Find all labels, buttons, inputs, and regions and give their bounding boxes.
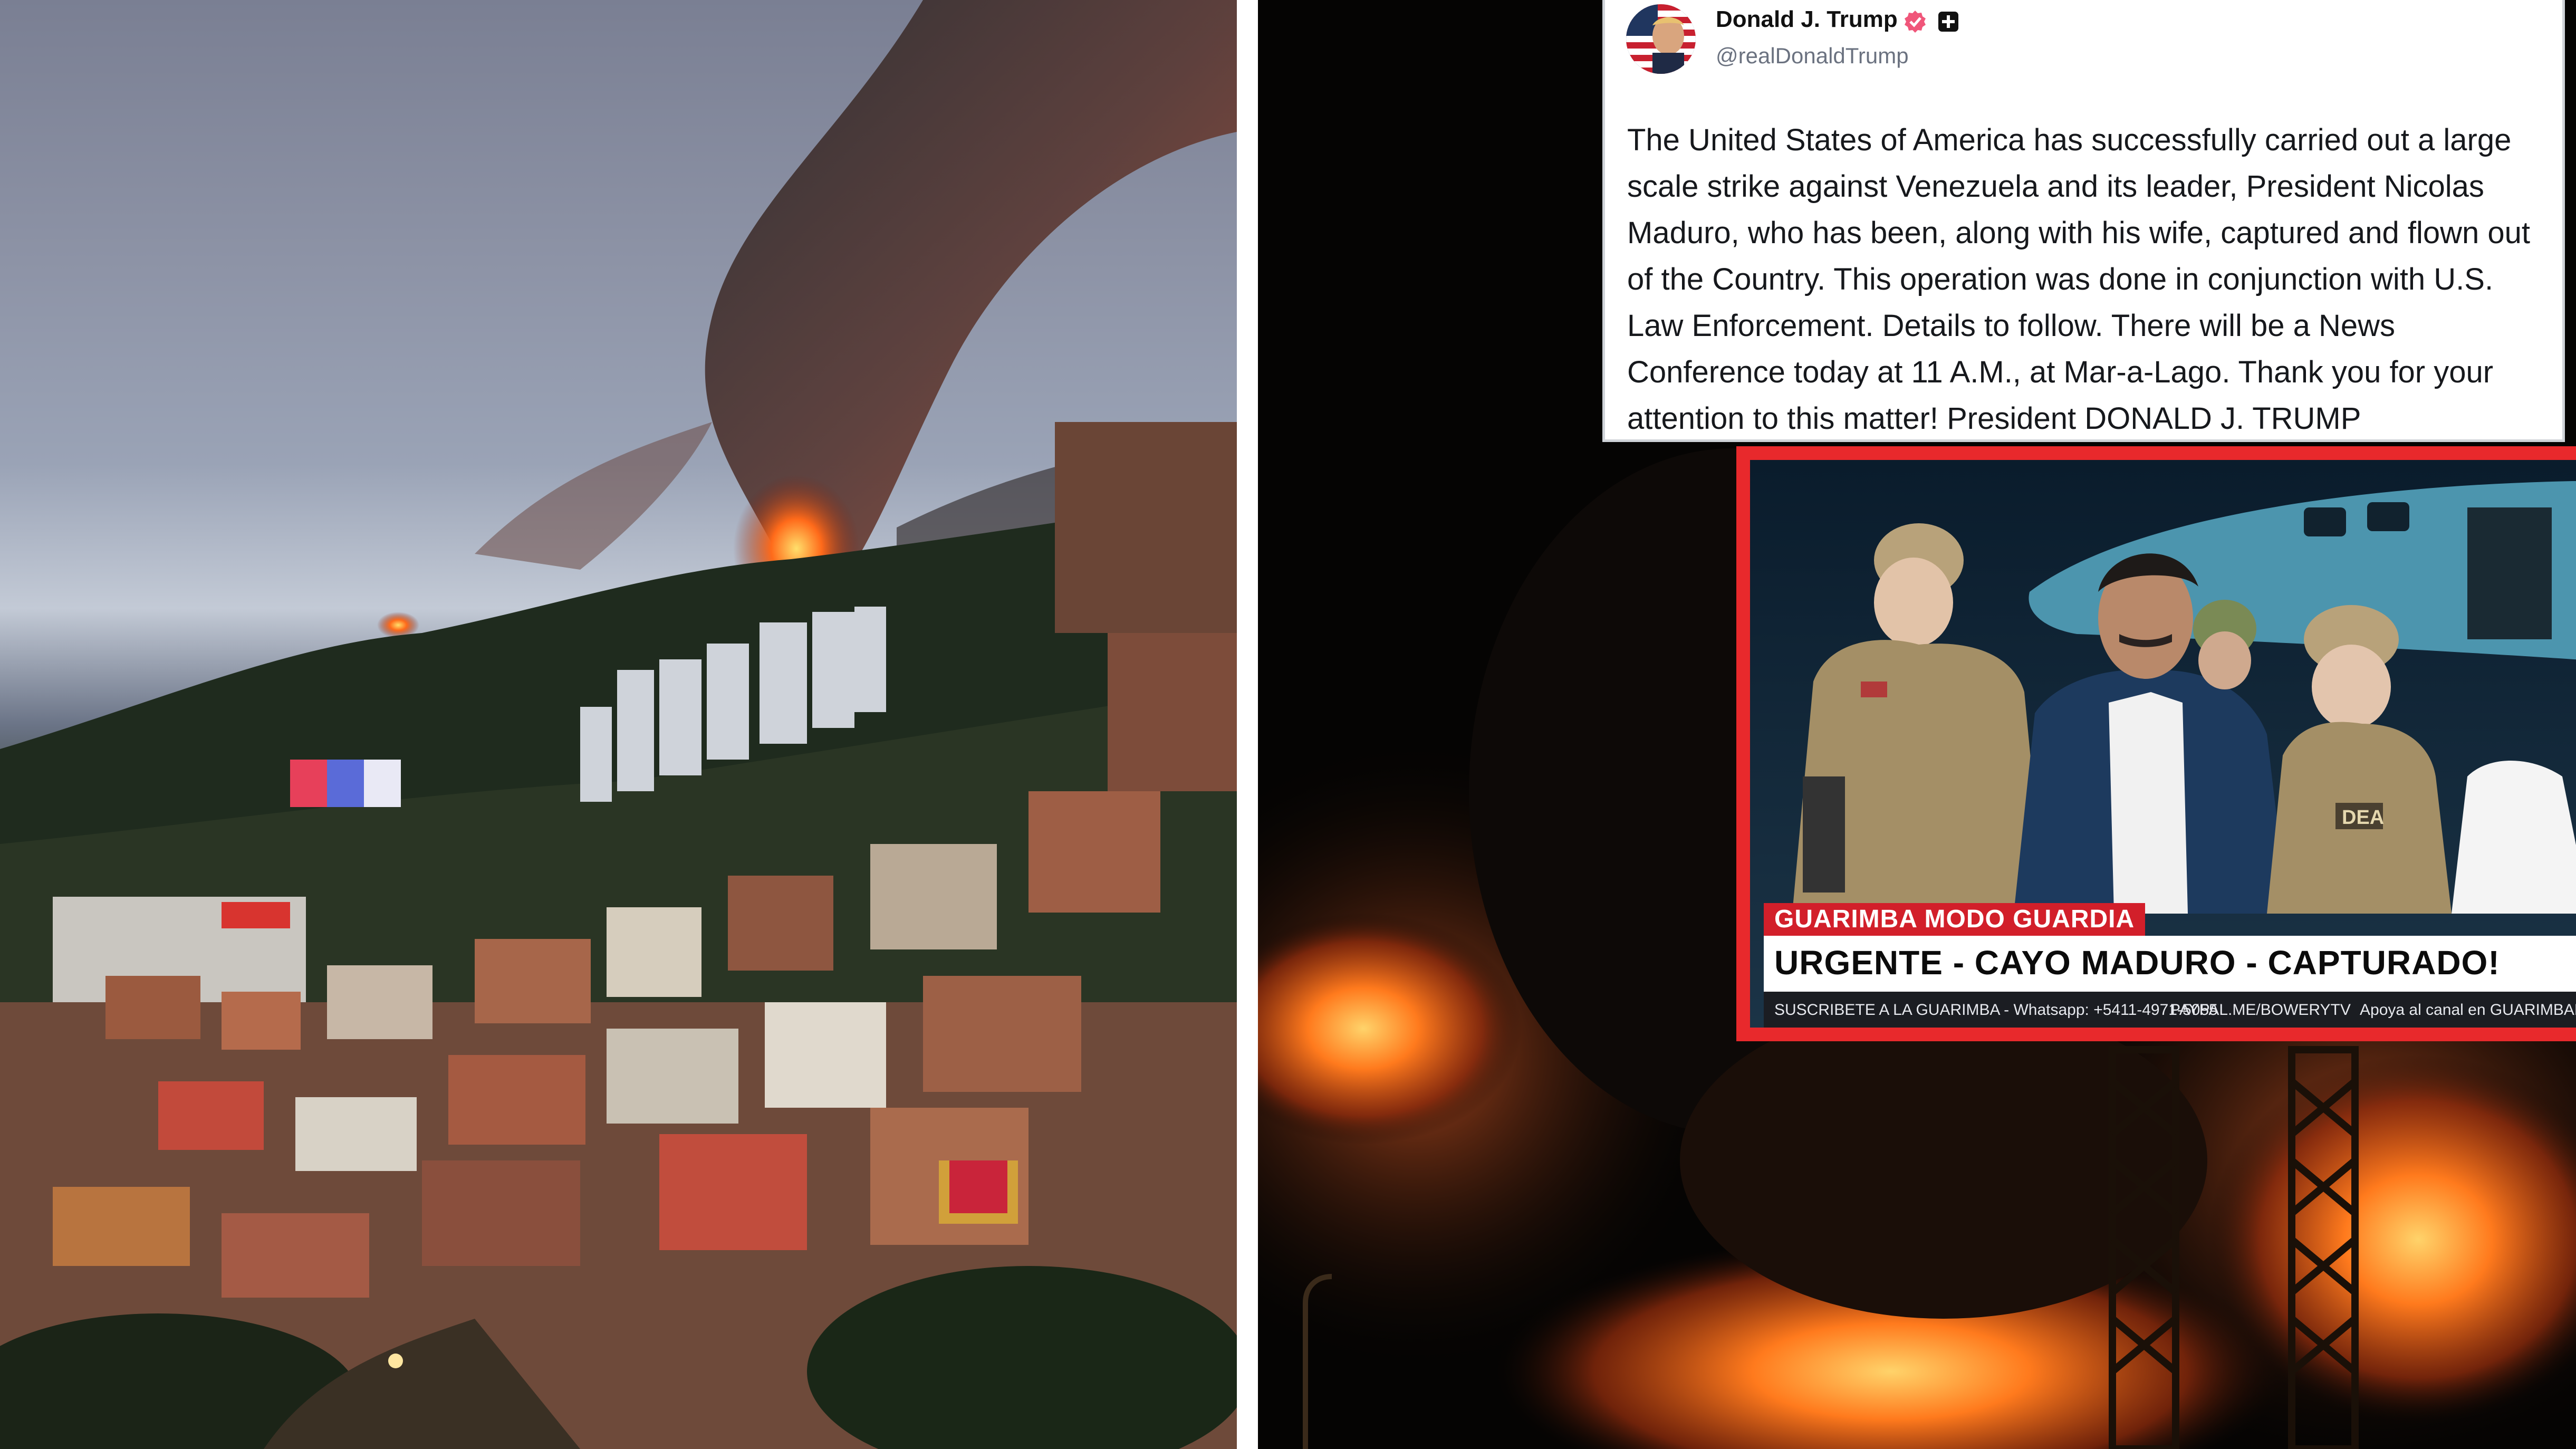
news-screenshot-inset: DEA GUARIMBA MODO GUARDIA URGENTE - CAYO…	[1736, 446, 2576, 1041]
ticker-item-whatsapp: SUSCRIBETE A LA GUARIMBA - Whatsapp: +54…	[1774, 1001, 2218, 1019]
news-headline: URGENTE - CAYO MADURO - CAPTURADO!	[1774, 944, 2500, 982]
verified-badge-icon	[1905, 11, 1926, 33]
street-light	[388, 1354, 403, 1368]
ticker-item-paypal: PAYPAL.ME/BOWERYTV	[2170, 1001, 2351, 1019]
left-photo-hillside-fire	[0, 0, 1237, 1449]
news-program-tag: GUARIMBA MODO GUARDIA	[1764, 903, 2146, 936]
avatar-flag-icon	[1626, 4, 1696, 74]
tweet-author-name[interactable]: Donald J. Trump	[1716, 6, 1898, 33]
uniform-patch: DEA	[2342, 807, 2384, 829]
tweet-author-handle[interactable]: @realDonaldTrump	[1716, 43, 1909, 69]
news-headline-bar: URGENTE - CAYO MADURO - CAPTURADO!	[1764, 936, 2576, 992]
plus-badge-icon	[1938, 12, 1958, 32]
smoke-secondary	[475, 422, 712, 570]
avatar[interactable]	[1626, 4, 1696, 74]
news-ticker: SUSCRIBETE A LA GUARIMBA - Whatsapp: +54…	[1764, 992, 2576, 1028]
tweet-card: Donald J. Trump @realDonaldTrump The Uni…	[1602, 0, 2565, 442]
hillside-scene	[0, 0, 1237, 1449]
tweet-text: The United States of America has success…	[1627, 123, 2531, 436]
ticker-item-support: Apoya al canal en GUARIMBADIG	[2360, 1001, 2576, 1019]
